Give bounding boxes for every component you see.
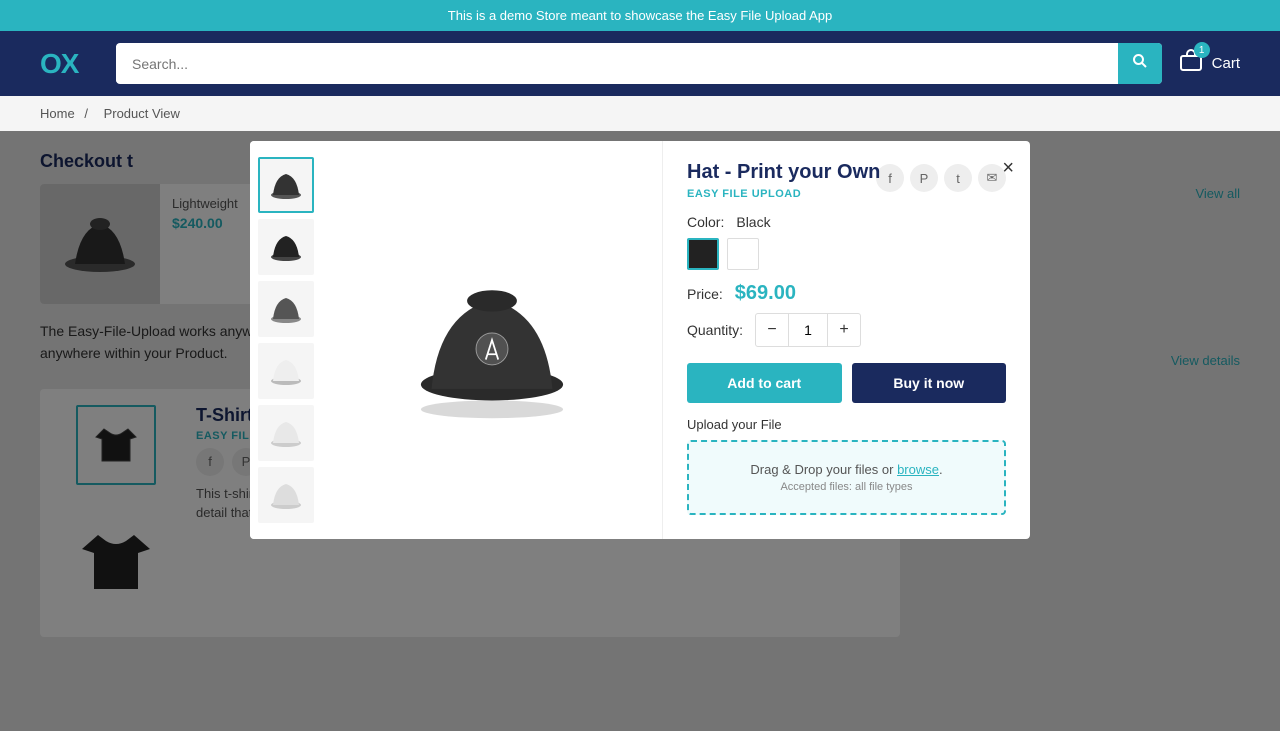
cart-area[interactable]: 1 Cart [1178,48,1240,79]
thumb-hat-5 [268,415,304,451]
breadcrumb: Home / Product View [0,96,1280,131]
color-row: Color: Black [687,214,1006,230]
search-input[interactable] [116,46,1118,82]
quantity-decrease-button[interactable]: − [756,314,788,346]
upload-area[interactable]: Drag & Drop your files or browse. Accept… [687,440,1006,515]
thumbnail-4[interactable] [258,343,314,399]
cart-label: Cart [1212,55,1240,72]
quantity-label: Quantity: [687,322,743,338]
modal-close-button[interactable]: × [1002,157,1014,180]
thumbnail-3[interactable] [258,281,314,337]
breadcrumb-home[interactable]: Home [40,106,75,121]
announcement-bar: This is a demo Store meant to showcase t… [0,0,1280,31]
thumbnail-2[interactable] [258,219,314,275]
modal-main-image [322,141,662,539]
thumbnail-6[interactable] [258,467,314,523]
color-label: Color: [687,214,724,230]
page-content: Checkout t View all Lightweight $240.00 … [0,131,1280,731]
color-swatch-black[interactable] [687,238,719,270]
modal-left [250,141,662,539]
thumb-hat-4 [268,353,304,389]
modal-twitter-icon[interactable]: t [944,164,972,192]
search-icon [1132,53,1148,69]
thumb-hat-2 [268,229,304,265]
price-row: Price: $69.00 [687,282,1006,305]
thumb-hat-1 [268,167,304,203]
upload-label: Upload your File [687,417,1006,432]
announcement-text: This is a demo Store meant to showcase t… [448,8,832,23]
action-buttons: Add to cart Buy it now [687,363,1006,403]
search-button[interactable] [1118,43,1162,84]
thumb-hat-6 [268,477,304,513]
quantity-row: Quantity: − + [687,313,1006,347]
color-value: Black [736,214,770,230]
breadcrumb-current: Product View [104,106,180,121]
cart-icon-wrap: 1 [1178,48,1204,79]
accepted-files-text: Accepted files: all file types [709,481,984,493]
search-bar [116,43,1162,84]
color-swatch-white[interactable] [727,238,759,270]
modal-right: Hat - Print your Own EASY FILE UPLOAD f … [662,141,1030,539]
breadcrumb-separator: / [84,106,88,121]
thumbnail-5[interactable] [258,405,314,461]
modal-thumbnails [250,141,322,539]
quantity-control: − + [755,313,861,347]
logo[interactable]: OX [40,48,100,80]
quantity-input[interactable] [788,314,828,346]
quantity-increase-button[interactable]: + [828,314,860,346]
modal-pinterest-icon[interactable]: P [910,164,938,192]
modal-hat-main [392,260,592,420]
add-to-cart-button[interactable]: Add to cart [687,363,842,403]
cart-badge: 1 [1194,42,1210,58]
price-label: Price: [687,286,723,302]
buy-now-button[interactable]: Buy it now [852,363,1007,403]
modal-overlay: Hat - Print your Own EASY FILE UPLOAD f … [0,131,1280,731]
thumbnail-1[interactable] [258,157,314,213]
header: OX 1 Cart [0,31,1280,96]
price-value: $69.00 [735,282,796,305]
browse-link[interactable]: browse [897,462,939,477]
thumb-hat-3 [268,291,304,327]
modal: Hat - Print your Own EASY FILE UPLOAD f … [250,141,1030,539]
upload-text: Drag & Drop your files or [750,462,893,477]
